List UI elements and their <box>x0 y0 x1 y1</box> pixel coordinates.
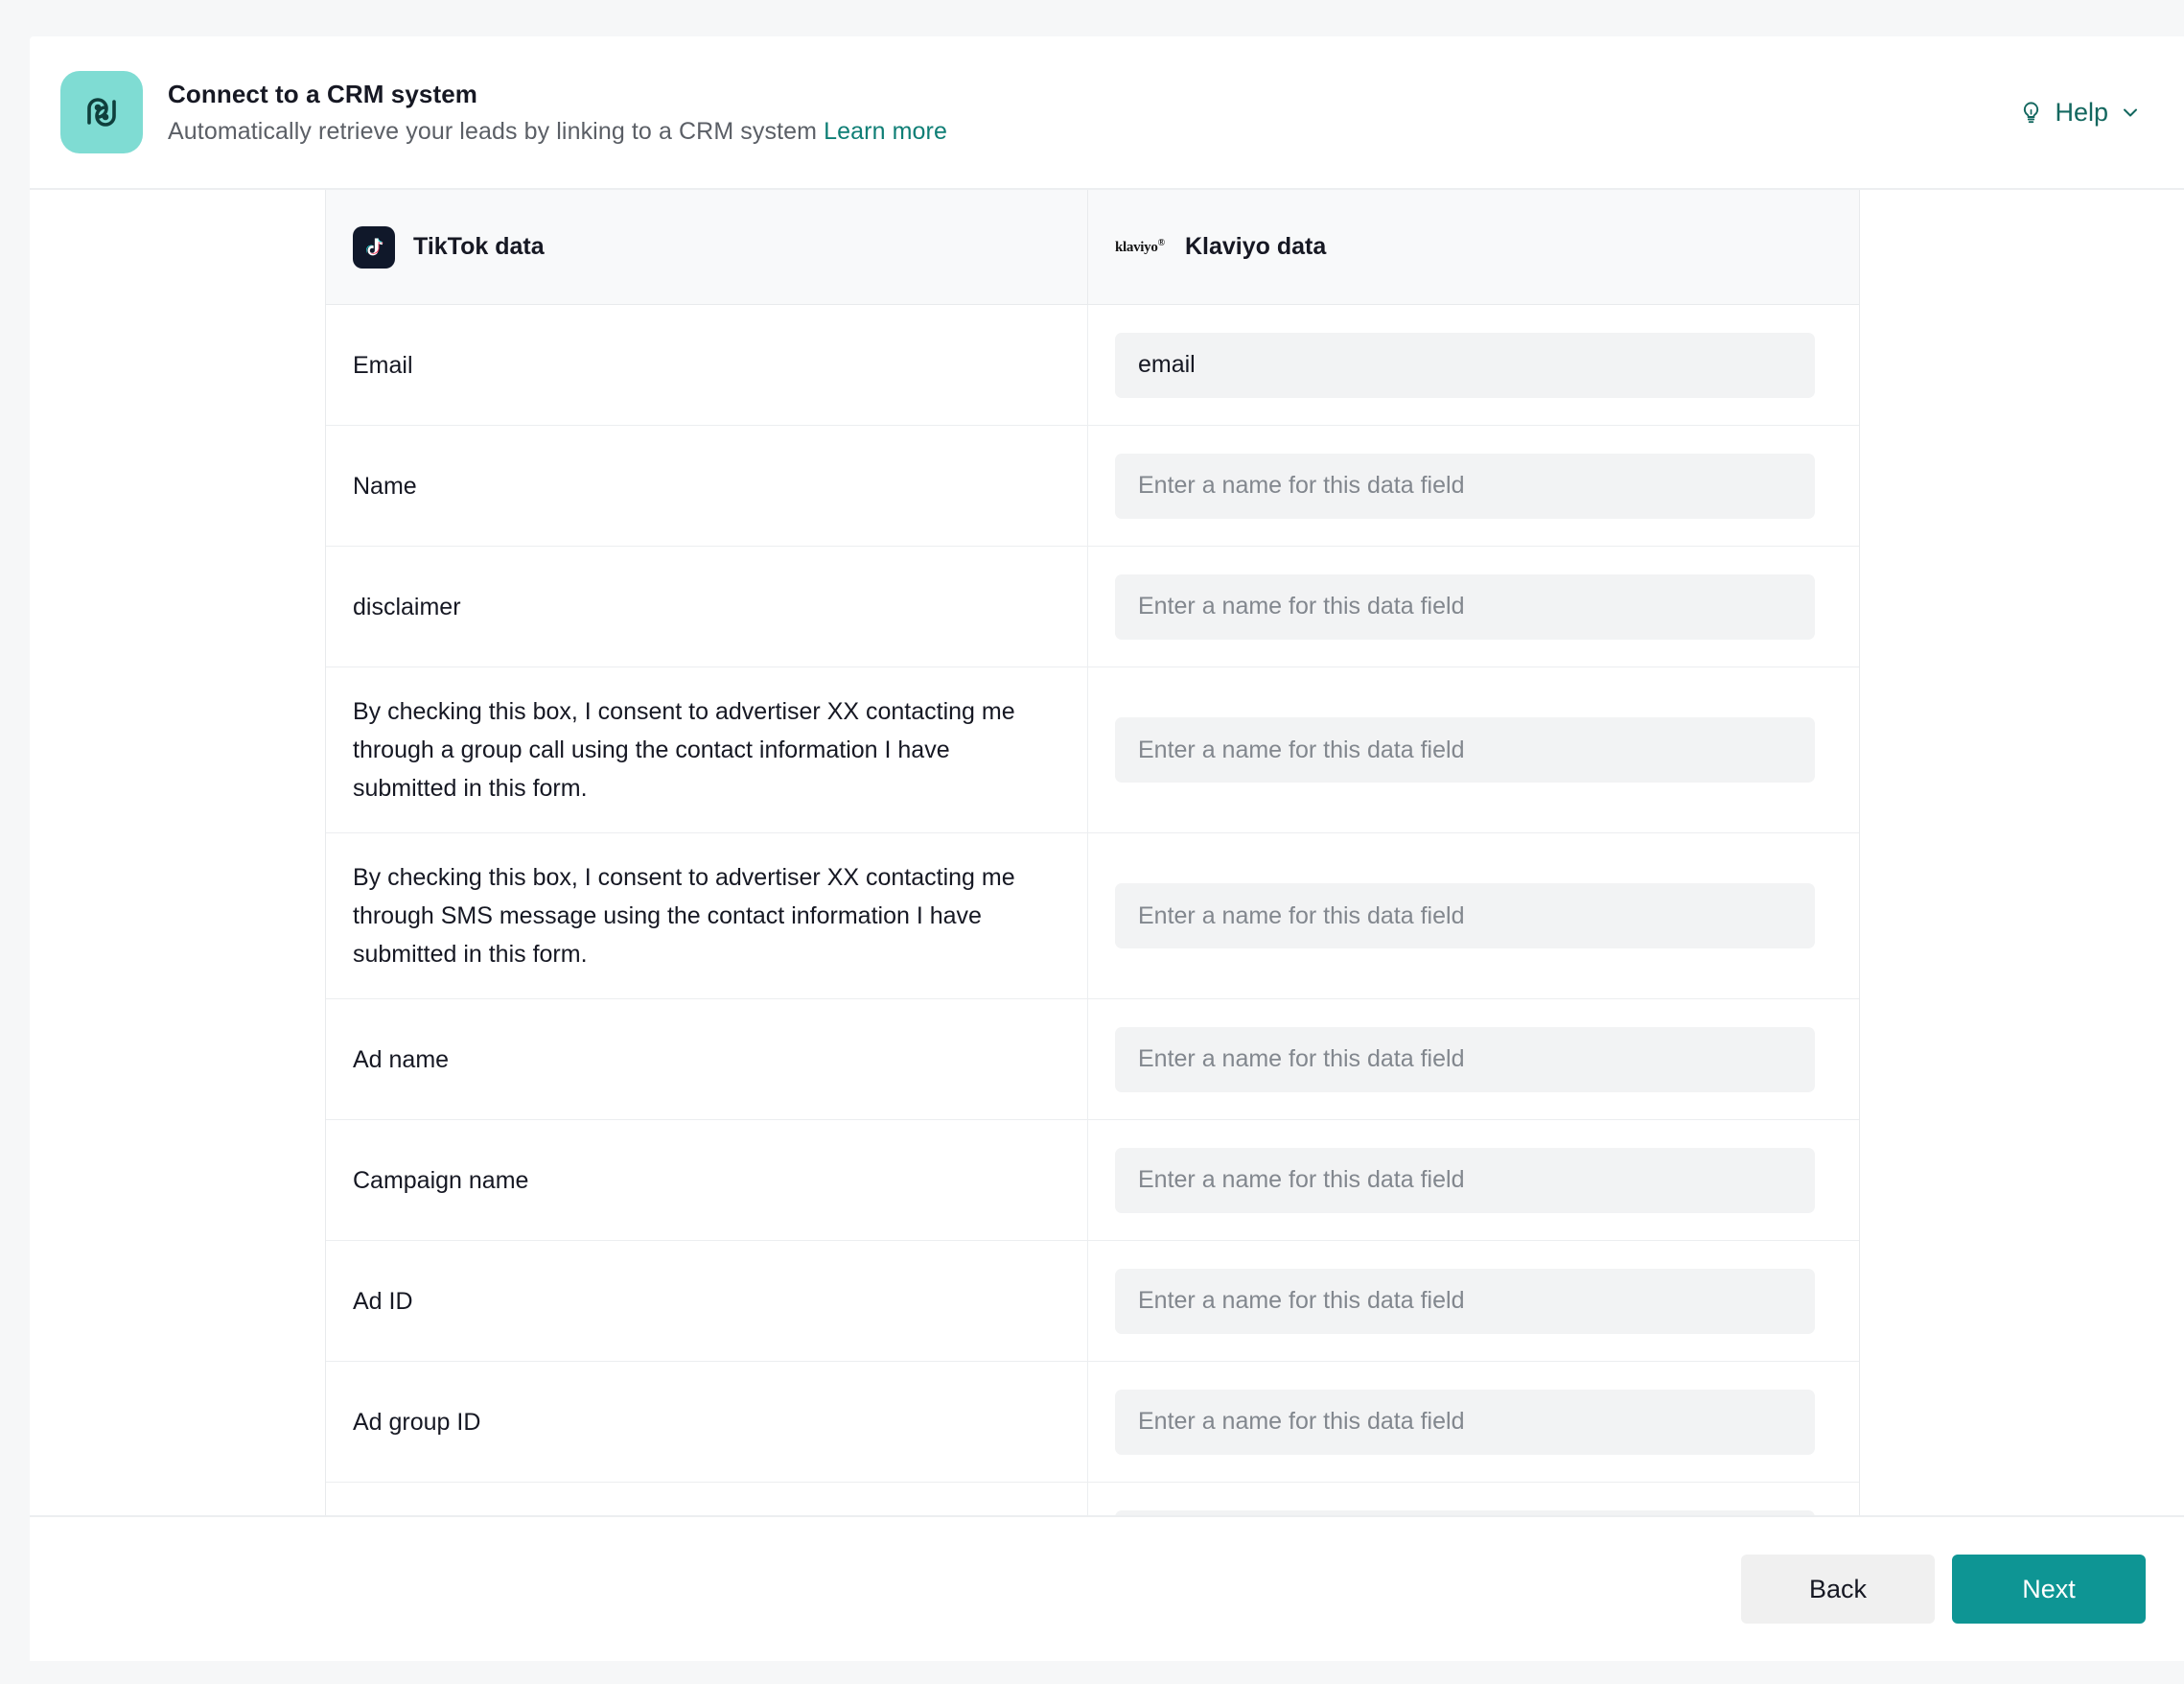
crm-field-name-input[interactable] <box>1115 717 1815 783</box>
crm-setup-card: Connect to a CRM system Automatically re… <box>30 36 2184 1661</box>
page-title: Connect to a CRM system <box>168 79 478 108</box>
table-row: Email <box>326 305 1859 426</box>
table-row: Campaign name <box>326 1120 1859 1241</box>
target-field-cell <box>1088 1120 1859 1240</box>
next-button[interactable]: Next <box>1952 1555 2146 1624</box>
table-row: Ad group ID <box>326 1362 1859 1483</box>
header-left-group: Connect to a CRM system Automatically re… <box>60 71 947 153</box>
target-field-cell <box>1088 667 1859 832</box>
learn-more-link[interactable]: Learn more <box>824 118 947 145</box>
source-field-label <box>326 1483 1088 1515</box>
crm-field-name-input[interactable] <box>1115 1268 1815 1334</box>
source-field-label: Campaign name <box>326 1120 1088 1240</box>
target-field-cell <box>1088 999 1859 1119</box>
source-field-label: Email <box>326 305 1088 425</box>
source-field-label: By checking this box, I consent to adver… <box>326 833 1088 998</box>
tiktok-icon <box>353 225 395 269</box>
target-field-cell <box>1088 1362 1859 1482</box>
mapping-scroll-area[interactable]: TikTok data klaviyo® Klaviyo data EmailN… <box>30 190 2184 1515</box>
page-subtitle-text: Automatically retrieve your leads by lin… <box>168 117 818 145</box>
crm-connection-icon <box>87 98 116 127</box>
source-field-label: Ad ID <box>326 1241 1088 1361</box>
table-row: By checking this box, I consent to adver… <box>326 667 1859 833</box>
field-mapping-table: TikTok data klaviyo® Klaviyo data EmailN… <box>325 190 1860 1515</box>
crm-field-name-input[interactable] <box>1115 453 1815 519</box>
crm-field-name-input[interactable] <box>1115 1389 1815 1455</box>
target-field-cell <box>1088 547 1859 667</box>
crm-field-name-input[interactable] <box>1115 573 1815 640</box>
klaviyo-logo-icon: klaviyo® <box>1115 238 1165 255</box>
source-field-label: Ad group ID <box>326 1362 1088 1482</box>
header-text-block: Connect to a CRM system Automatically re… <box>168 80 947 146</box>
target-field-cell <box>1088 833 1859 998</box>
table-row: disclaimer <box>326 547 1859 667</box>
page-subtitle: Automatically retrieve your leads by lin… <box>168 118 947 146</box>
source-field-label: By checking this box, I consent to adver… <box>326 667 1088 832</box>
table-row: Name <box>326 426 1859 547</box>
column-header-klaviyo-label: Klaviyo data <box>1185 233 1327 260</box>
table-row: By checking this box, I consent to adver… <box>326 833 1859 999</box>
crm-field-name-input[interactable] <box>1115 1147 1815 1213</box>
page-header: Connect to a CRM system Automatically re… <box>30 36 2184 190</box>
column-header-tiktok: TikTok data <box>326 190 1088 304</box>
table-row: Ad ID <box>326 1241 1859 1362</box>
column-header-klaviyo: klaviyo® Klaviyo data <box>1088 190 1859 304</box>
source-field-label: disclaimer <box>326 547 1088 667</box>
crm-field-name-input[interactable] <box>1115 883 1815 948</box>
help-button[interactable]: Help <box>2018 98 2142 128</box>
target-field-cell <box>1088 426 1859 546</box>
table-row: Ad name <box>326 999 1859 1120</box>
source-field-label: Ad name <box>326 999 1088 1119</box>
table-row <box>326 1483 1859 1515</box>
lightbulb-icon <box>2024 101 2039 123</box>
table-header-row: TikTok data klaviyo® Klaviyo data <box>326 190 1859 305</box>
target-field-cell <box>1088 1241 1859 1361</box>
help-label: Help <box>2055 97 2108 127</box>
wizard-footer: Back Next <box>30 1515 2184 1661</box>
target-field-cell <box>1088 305 1859 425</box>
crm-field-name-input[interactable] <box>1115 332 1815 398</box>
target-field-cell <box>1088 1483 1859 1515</box>
column-header-tiktok-label: TikTok data <box>413 233 545 260</box>
crm-field-name-input[interactable] <box>1115 1510 1815 1515</box>
table-body: EmailNamedisclaimerBy checking this box,… <box>326 305 1859 1515</box>
chevron-down-icon <box>2124 108 2137 117</box>
tiktok-note-glyph <box>366 237 383 255</box>
back-button[interactable]: Back <box>1741 1555 1935 1624</box>
page-root: Connect to a CRM system Automatically re… <box>0 0 2184 1684</box>
crm-app-icon <box>60 71 143 153</box>
source-field-label: Name <box>326 426 1088 546</box>
crm-field-name-input[interactable] <box>1115 1026 1815 1092</box>
